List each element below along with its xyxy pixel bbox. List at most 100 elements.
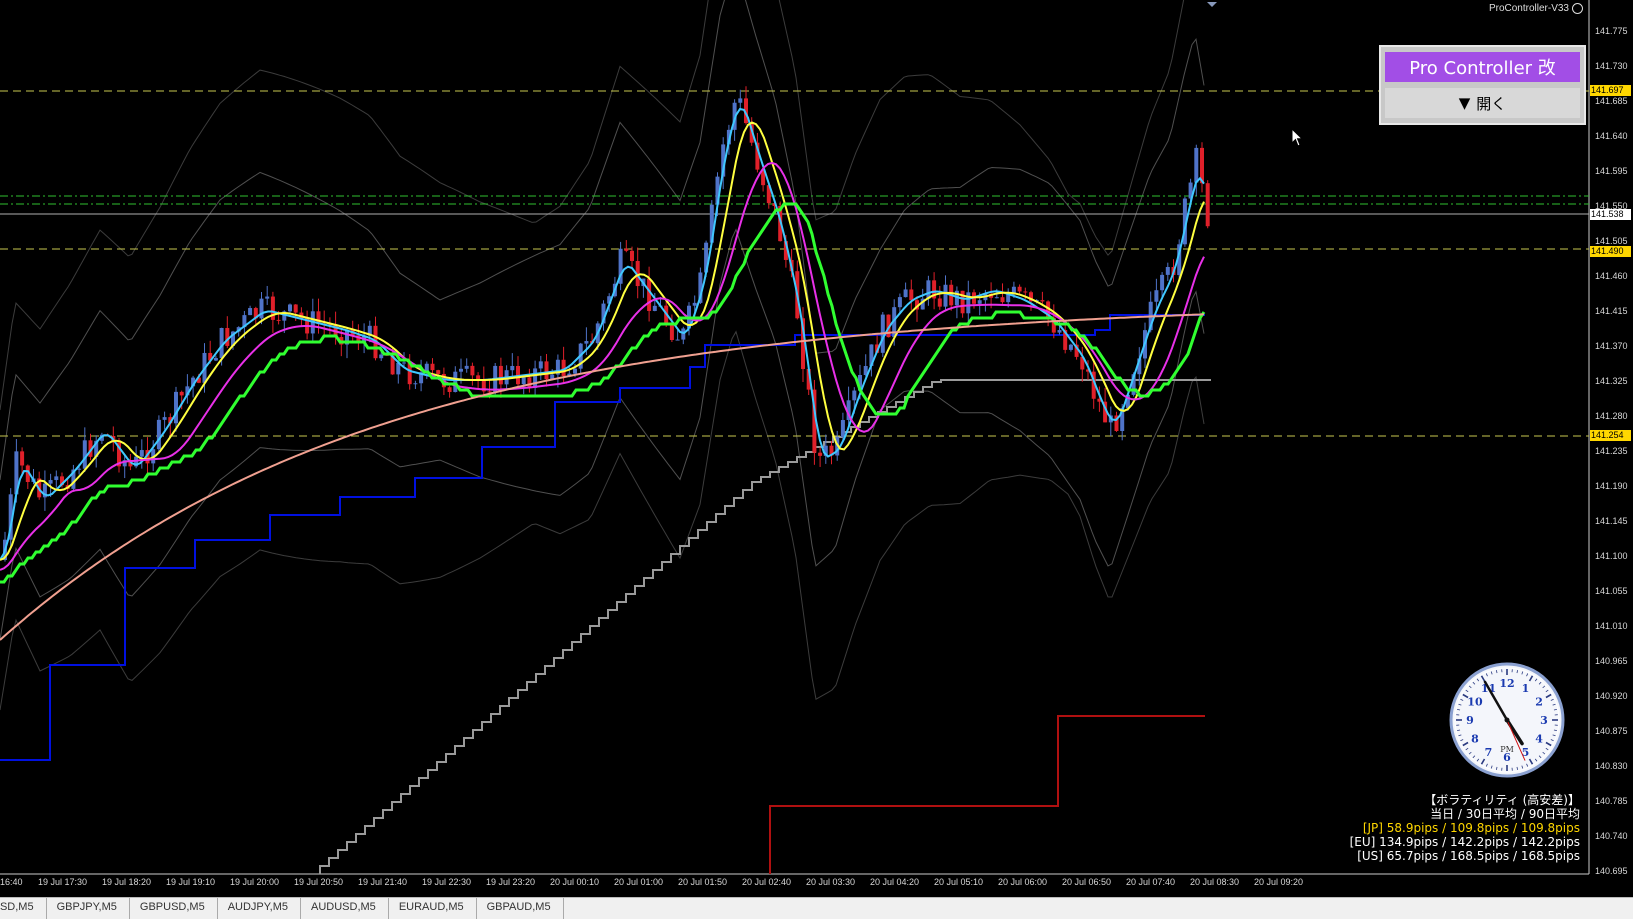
- candle-body: [904, 289, 908, 297]
- analog-clock: 121234567891011PM: [1449, 662, 1565, 778]
- time-tick: 20 Jul 05:10: [934, 877, 983, 887]
- price-tick: 141.595: [1595, 166, 1628, 176]
- time-tick: 20 Jul 03:30: [806, 877, 855, 887]
- candle-body: [288, 304, 292, 311]
- time-tick: 20 Jul 01:50: [678, 877, 727, 887]
- candle-body: [453, 372, 457, 392]
- volatility-panel: 【ボラティリティ (高安差)】 当日 / 30日平均 / 90日平均 [JP] …: [1350, 793, 1580, 863]
- price-tick: 141.460: [1595, 271, 1628, 281]
- price-tick: 140.920: [1595, 691, 1628, 701]
- clock-number: 2: [1535, 696, 1543, 709]
- candle-body: [413, 383, 417, 384]
- candle-body: [681, 328, 685, 339]
- candle-body: [459, 369, 463, 372]
- candle-body: [499, 366, 503, 384]
- candle-body: [647, 279, 651, 311]
- candle-body: [898, 297, 902, 307]
- candle-body: [1154, 290, 1158, 302]
- symbol-tab[interactable]: GBPJPY,M5: [47, 898, 130, 919]
- price-tick: 141.370: [1595, 341, 1628, 351]
- candle-body: [978, 300, 982, 304]
- candle-body: [294, 304, 298, 312]
- price-tick: 141.415: [1595, 306, 1628, 316]
- symbol-tab[interactable]: GBPAUD,M5: [477, 898, 564, 919]
- clock-number: 5: [1522, 746, 1530, 759]
- price-tick: 140.740: [1595, 831, 1628, 841]
- clock-pm-label: PM: [1500, 745, 1514, 754]
- price-tick: 140.695: [1595, 866, 1628, 876]
- candle-body: [545, 361, 549, 379]
- candle-body: [852, 391, 856, 401]
- candle-body: [1160, 275, 1164, 290]
- candle-body: [83, 440, 87, 468]
- candle-body: [379, 355, 383, 359]
- symbol-tab[interactable]: GBPUSD,M5: [130, 898, 218, 919]
- candle-body: [573, 369, 577, 374]
- candle-body: [510, 366, 514, 370]
- symbol-tabs: USD,M5GBPJPY,M5GBPUSD,M5AUDJPY,M5AUDUSD,…: [0, 897, 1633, 919]
- candle-body: [630, 251, 634, 261]
- horizontal-levels: [0, 91, 1589, 436]
- moving-averages: [0, 109, 1204, 640]
- inner-band-line: [0, 230, 1204, 640]
- candle-body: [49, 480, 53, 484]
- time-tick: 20 Jul 06:50: [1062, 877, 1111, 887]
- price-tick: 141.145: [1595, 516, 1628, 526]
- candlesticks: [3, 86, 1210, 561]
- volatility-title: 【ボラティリティ (高安差)】: [1350, 793, 1580, 807]
- candle-body: [584, 341, 588, 344]
- mouse-cursor-icon: [1291, 128, 1305, 148]
- candle-body: [539, 361, 543, 368]
- candle-body: [938, 298, 942, 306]
- price-tick: 141.730: [1595, 61, 1628, 71]
- candle-body: [157, 420, 161, 449]
- time-tick: 20 Jul 04:20: [870, 877, 919, 887]
- clock-center: [1505, 718, 1510, 723]
- price-tick: 141.055: [1595, 586, 1628, 596]
- candle-body: [522, 377, 526, 384]
- open-button[interactable]: ▼ 開く: [1385, 88, 1580, 118]
- time-tick: 20 Jul 01:00: [614, 877, 663, 887]
- candle-body: [676, 340, 680, 341]
- clock-number: 4: [1535, 733, 1543, 746]
- price-tick: 141.010: [1595, 621, 1628, 631]
- symbol-tab[interactable]: EURAUD,M5: [389, 898, 477, 919]
- candle-body: [909, 289, 913, 300]
- candle-body: [174, 392, 178, 423]
- symbol-tab[interactable]: AUDJPY,M5: [218, 898, 301, 919]
- candle-body: [1001, 297, 1005, 302]
- price-tick: 140.875: [1595, 726, 1628, 736]
- time-tick: 20 Jul 09:20: [1254, 877, 1303, 887]
- brand-text: ProController-V33: [1489, 3, 1569, 14]
- candle-body: [180, 392, 184, 396]
- candle-body: [54, 476, 58, 480]
- pro-controller-title[interactable]: Pro Controller 改: [1385, 52, 1580, 82]
- candle-body: [995, 297, 999, 298]
- candle-body: [277, 320, 281, 321]
- time-tick: 19 Jul 20:50: [294, 877, 343, 887]
- candle-body: [488, 391, 492, 392]
- time-tick: 16:40: [0, 877, 23, 887]
- symbol-tab[interactable]: USD,M5: [0, 898, 47, 919]
- candle-body: [653, 306, 657, 311]
- candle-body: [140, 450, 144, 457]
- candle-body: [818, 453, 822, 456]
- candle-body: [1058, 330, 1062, 333]
- volatility-us: [US] 65.7pips / 168.5pips / 168.5pips: [1350, 849, 1580, 863]
- time-tick: 19 Jul 17:30: [38, 877, 87, 887]
- shift-marker-icon: [1207, 2, 1217, 7]
- candle-body: [448, 387, 452, 392]
- inner-band-line: [0, 0, 1204, 480]
- mid-level-label: 141.490: [1590, 246, 1631, 257]
- time-tick: 19 Jul 19:10: [166, 877, 215, 887]
- candle-body: [470, 366, 474, 375]
- candle-body: [248, 308, 252, 315]
- candle-body: [431, 364, 435, 370]
- price-tick: 141.505: [1595, 236, 1628, 246]
- candle-body: [214, 358, 218, 360]
- candle-body: [1023, 291, 1027, 292]
- price-chart[interactable]: [0, 0, 1633, 918]
- symbol-tab[interactable]: AUDUSD,M5: [301, 898, 389, 919]
- time-tick: 19 Jul 20:00: [230, 877, 279, 887]
- time-tick: 20 Jul 08:30: [1190, 877, 1239, 887]
